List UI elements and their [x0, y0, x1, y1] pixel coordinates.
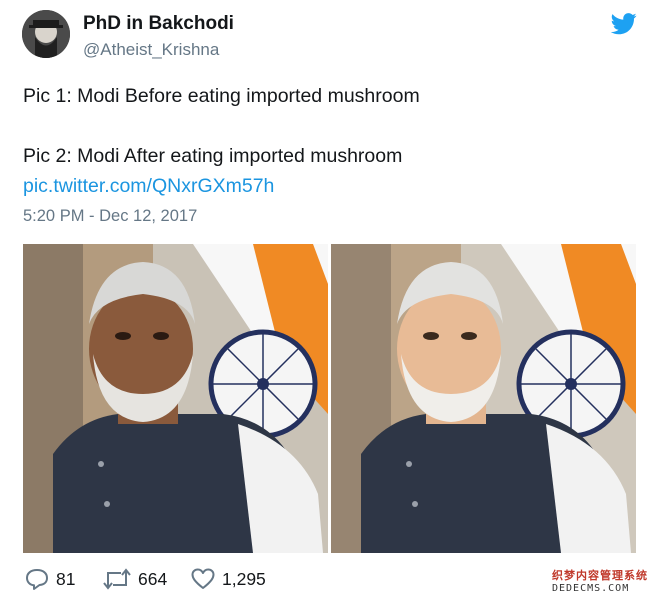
avatar[interactable]	[22, 10, 70, 58]
reply-count: 81	[56, 568, 76, 589]
reply-icon	[26, 569, 48, 590]
tweet-card: PhD in Bakchodi @Atheist_Krishna Pic 1: …	[0, 0, 656, 598]
tweet-text-line-2: Pic 2: Modi After eating imported mushro…	[23, 145, 403, 167]
display-name[interactable]: PhD in Bakchodi	[83, 13, 234, 35]
watermark-bottom-text: DEDECMS.COM	[552, 583, 630, 594]
like-button[interactable]: 1,295	[190, 565, 266, 593]
timestamp[interactable]: 5:20 PM - Dec 12, 2017	[23, 207, 197, 226]
watermark-top-text: 织梦内容管理系统	[552, 570, 648, 582]
retweet-button[interactable]: 664	[102, 565, 167, 593]
tweet-text-line-1: Pic 1: Modi Before eating imported mushr…	[23, 85, 420, 107]
tweet-photo-before[interactable]	[23, 244, 328, 553]
heart-icon	[191, 568, 215, 589]
tweet-photo-after[interactable]	[331, 244, 636, 553]
retweet-count: 664	[138, 568, 168, 589]
reply-button[interactable]: 81	[24, 565, 75, 593]
media-link[interactable]: pic.twitter.com/QNxrGXm57h	[23, 175, 274, 198]
like-count: 1,295	[222, 568, 266, 589]
twitter-bird-icon[interactable]	[611, 13, 637, 35]
site-watermark: 织梦内容管理系统 DEDECMS.COM	[552, 567, 648, 594]
retweet-icon	[103, 568, 131, 590]
user-handle[interactable]: @Atheist_Krishna	[83, 40, 219, 60]
